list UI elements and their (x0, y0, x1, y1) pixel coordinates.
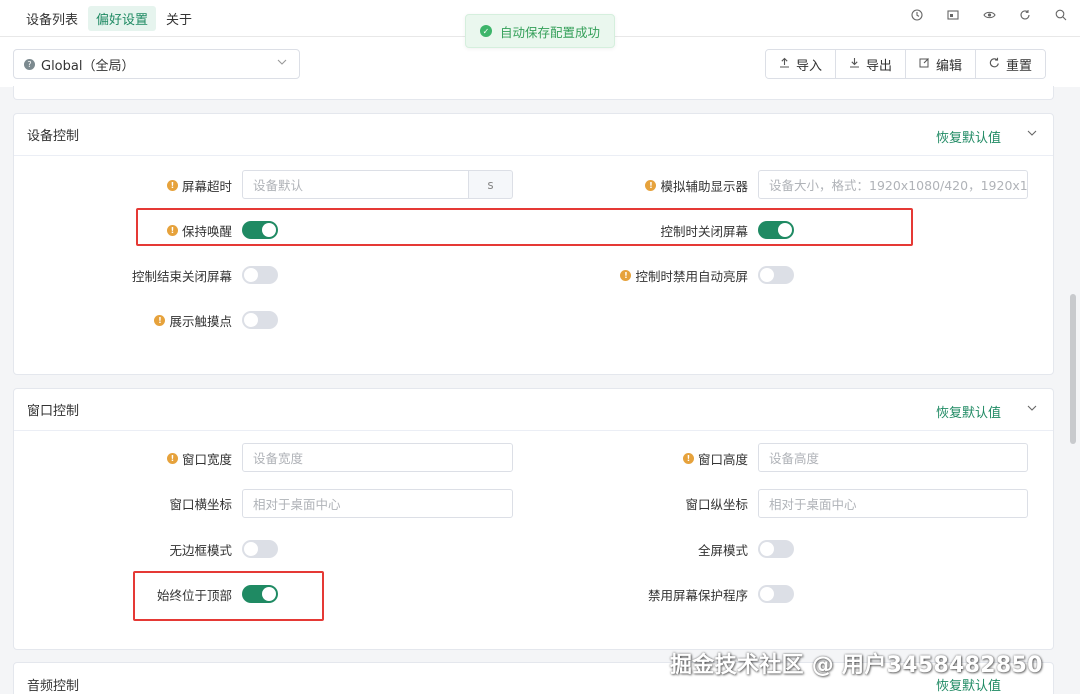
export-button[interactable]: 导出 (836, 50, 907, 78)
check-circle-icon: ✓ (480, 25, 492, 37)
window-y-label: 窗口纵坐标 (685, 497, 748, 512)
disable-auto-brightness-switch[interactable] (758, 266, 794, 284)
fullscreen-label: 全屏模式 (697, 543, 748, 558)
window-width-input[interactable]: 设备宽度 (242, 443, 513, 472)
restore-defaults-link[interactable]: 恢复默认值 (936, 127, 1001, 146)
window-height-label: ! 窗口高度 (594, 444, 748, 473)
reset-icon (989, 57, 1000, 71)
window-x-label: 窗口横坐标 (169, 497, 232, 512)
tab-preferences[interactable]: 偏好设置 (88, 5, 157, 31)
virtual-display-label: ! 模拟辅助显示器 (594, 171, 748, 200)
screen-timeout-unit: s (469, 170, 513, 199)
clock-icon[interactable] (910, 8, 924, 22)
previous-section-bottom (13, 86, 1054, 100)
window-y-input[interactable]: 相对于桌面中心 (758, 489, 1028, 518)
export-label: 导出 (866, 58, 893, 74)
highlight-box (133, 571, 324, 621)
show-touches-switch[interactable] (242, 311, 278, 329)
watermark: 掘金技术社区 @ 用户3458482850 (670, 653, 1043, 678)
refresh-icon[interactable] (1018, 8, 1032, 22)
disable-auto-brightness-label: ! 控制时禁用自动亮屏 (574, 261, 748, 290)
edit-label: 编辑 (936, 58, 963, 74)
section-header[interactable]: 设备控制 恢复默认值 (14, 114, 1053, 156)
info-icon: ! (645, 180, 657, 191)
section-title: 设备控制 (27, 129, 80, 144)
screen-timeout-input[interactable]: 设备默认 (242, 170, 469, 199)
show-touches-label: ! 展示触摸点 (114, 306, 232, 335)
eye-icon[interactable] (982, 8, 996, 22)
fullscreen-switch[interactable] (758, 540, 794, 558)
section-title: 窗口控制 (27, 404, 80, 419)
power-off-on-close-label: 控制结束关闭屏幕 (131, 269, 232, 284)
download-icon (849, 57, 860, 71)
import-label: 导入 (796, 58, 823, 74)
help-icon: ? (24, 58, 35, 70)
borderless-switch[interactable] (242, 540, 278, 558)
toast-message: ✓ 自动保存配置成功 (465, 14, 615, 48)
info-icon: ! (166, 453, 178, 464)
screen-timeout-label: ! 屏幕超时 (114, 171, 232, 200)
import-button[interactable]: 导入 (766, 50, 837, 78)
scope-select[interactable]: ? Global（全局） (13, 49, 300, 79)
top-icon-group (910, 8, 1068, 22)
info-icon: ! (166, 180, 178, 191)
reset-button[interactable]: 重置 (976, 50, 1046, 78)
chevron-down-icon[interactable] (1027, 402, 1037, 415)
disable-screensaver-label: 禁用屏幕保护程序 (647, 588, 748, 603)
tab-device-list[interactable]: 设备列表 (18, 6, 86, 31)
highlight-box (136, 208, 913, 246)
borderless-label: 无边框模式 (169, 543, 232, 558)
window-x-input[interactable]: 相对于桌面中心 (242, 489, 513, 518)
window-height-input[interactable]: 设备高度 (758, 443, 1028, 472)
edit-icon (919, 57, 930, 71)
screen-icon[interactable] (946, 8, 960, 22)
upload-icon (779, 57, 790, 71)
power-off-on-close-switch[interactable] (242, 266, 278, 284)
window-width-label: ! 窗口宽度 (114, 444, 232, 473)
edit-button[interactable]: 编辑 (906, 50, 977, 78)
tab-about[interactable]: 关于 (158, 6, 200, 31)
toast-text: 自动保存配置成功 (500, 24, 601, 40)
chevron-down-icon (277, 58, 287, 69)
info-icon: ! (682, 453, 694, 464)
section-title: 音频控制 (27, 679, 80, 694)
info-icon: ! (154, 315, 166, 326)
reset-label: 重置 (1006, 58, 1033, 74)
action-button-group: 导入 导出 编辑 重置 (765, 49, 1047, 79)
restore-defaults-link[interactable]: 恢复默认值 (936, 402, 1001, 421)
scope-select-value: Global（全局） (41, 58, 135, 74)
search-icon[interactable] (1054, 8, 1068, 22)
chevron-down-icon[interactable] (1027, 127, 1037, 140)
scrollbar-thumb[interactable] (1070, 294, 1076, 444)
disable-screensaver-switch[interactable] (758, 585, 794, 603)
virtual-display-input[interactable]: 设备大小，格式：1920x1080/420，1920x1 (758, 170, 1028, 199)
info-icon: ! (620, 270, 632, 281)
section-header[interactable]: 窗口控制 恢复默认值 (14, 389, 1053, 431)
